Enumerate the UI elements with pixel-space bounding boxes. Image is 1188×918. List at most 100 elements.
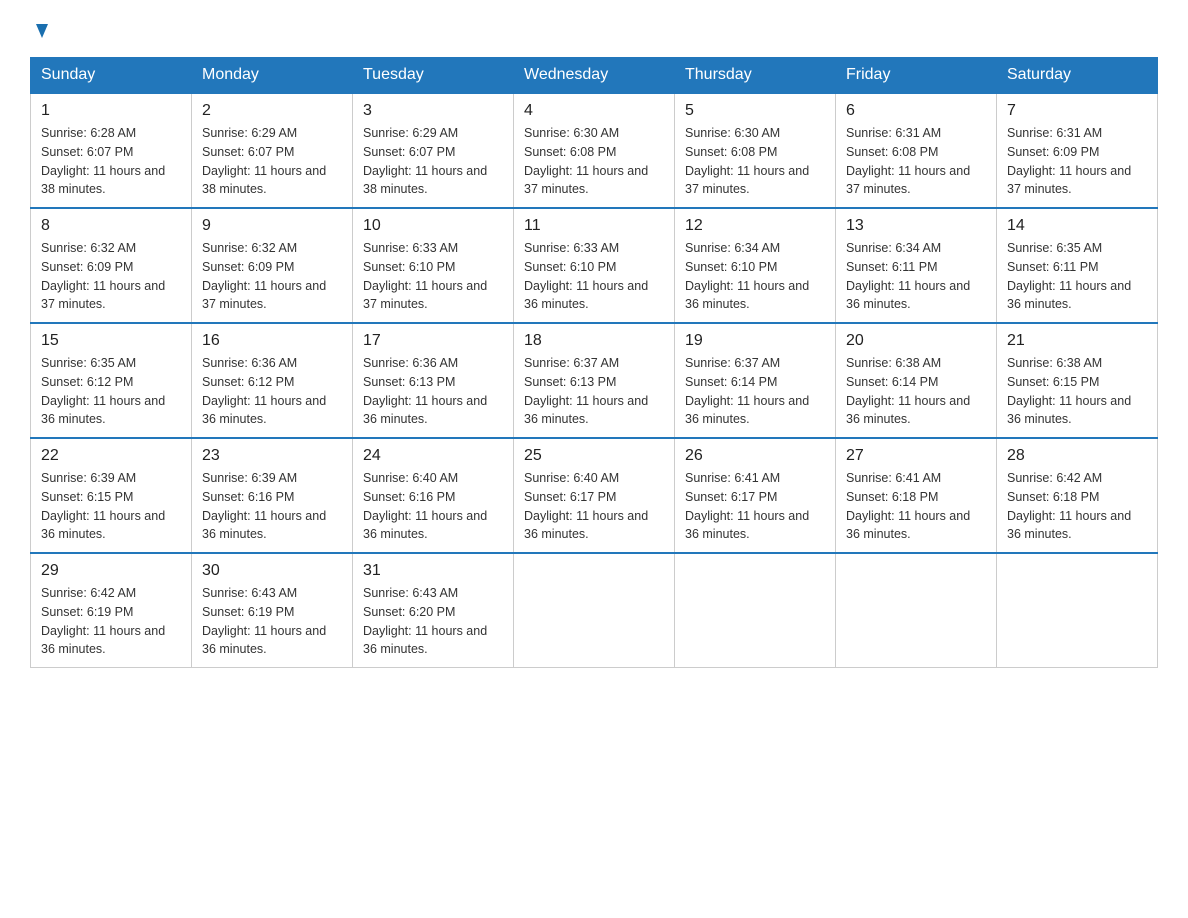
day-info: Sunrise: 6:37 AM Sunset: 6:14 PM Dayligh… xyxy=(685,354,825,429)
calendar-cell: 8 Sunrise: 6:32 AM Sunset: 6:09 PM Dayli… xyxy=(31,208,192,323)
day-number: 29 xyxy=(41,562,181,580)
calendar-cell: 29 Sunrise: 6:42 AM Sunset: 6:19 PM Dayl… xyxy=(31,553,192,668)
day-info: Sunrise: 6:32 AM Sunset: 6:09 PM Dayligh… xyxy=(202,239,342,314)
logo xyxy=(30,20,52,47)
day-number: 26 xyxy=(685,447,825,465)
calendar-header-sunday: Sunday xyxy=(31,58,192,94)
calendar-cell: 18 Sunrise: 6:37 AM Sunset: 6:13 PM Dayl… xyxy=(514,323,675,438)
calendar-cell xyxy=(997,553,1158,668)
calendar-cell: 22 Sunrise: 6:39 AM Sunset: 6:15 PM Dayl… xyxy=(31,438,192,553)
calendar-header-row: SundayMondayTuesdayWednesdayThursdayFrid… xyxy=(31,58,1158,94)
day-number: 11 xyxy=(524,217,664,235)
day-number: 19 xyxy=(685,332,825,350)
day-number: 23 xyxy=(202,447,342,465)
calendar-cell: 24 Sunrise: 6:40 AM Sunset: 6:16 PM Dayl… xyxy=(353,438,514,553)
calendar-cell: 9 Sunrise: 6:32 AM Sunset: 6:09 PM Dayli… xyxy=(192,208,353,323)
day-number: 20 xyxy=(846,332,986,350)
day-number: 8 xyxy=(41,217,181,235)
day-info: Sunrise: 6:31 AM Sunset: 6:09 PM Dayligh… xyxy=(1007,124,1147,199)
calendar-week-row: 15 Sunrise: 6:35 AM Sunset: 6:12 PM Dayl… xyxy=(31,323,1158,438)
day-info: Sunrise: 6:43 AM Sunset: 6:19 PM Dayligh… xyxy=(202,584,342,659)
day-number: 24 xyxy=(363,447,503,465)
day-number: 30 xyxy=(202,562,342,580)
day-info: Sunrise: 6:33 AM Sunset: 6:10 PM Dayligh… xyxy=(363,239,503,314)
calendar-header-tuesday: Tuesday xyxy=(353,58,514,94)
calendar-header-monday: Monday xyxy=(192,58,353,94)
calendar-cell: 28 Sunrise: 6:42 AM Sunset: 6:18 PM Dayl… xyxy=(997,438,1158,553)
day-info: Sunrise: 6:28 AM Sunset: 6:07 PM Dayligh… xyxy=(41,124,181,199)
calendar-cell: 19 Sunrise: 6:37 AM Sunset: 6:14 PM Dayl… xyxy=(675,323,836,438)
calendar-cell xyxy=(836,553,997,668)
day-info: Sunrise: 6:39 AM Sunset: 6:15 PM Dayligh… xyxy=(41,469,181,544)
page-header xyxy=(30,20,1158,47)
logo-arrow-icon xyxy=(30,20,52,42)
day-info: Sunrise: 6:33 AM Sunset: 6:10 PM Dayligh… xyxy=(524,239,664,314)
calendar-cell: 7 Sunrise: 6:31 AM Sunset: 6:09 PM Dayli… xyxy=(997,93,1158,208)
day-info: Sunrise: 6:37 AM Sunset: 6:13 PM Dayligh… xyxy=(524,354,664,429)
calendar-cell: 30 Sunrise: 6:43 AM Sunset: 6:19 PM Dayl… xyxy=(192,553,353,668)
day-info: Sunrise: 6:31 AM Sunset: 6:08 PM Dayligh… xyxy=(846,124,986,199)
calendar-cell: 16 Sunrise: 6:36 AM Sunset: 6:12 PM Dayl… xyxy=(192,323,353,438)
day-info: Sunrise: 6:35 AM Sunset: 6:12 PM Dayligh… xyxy=(41,354,181,429)
day-info: Sunrise: 6:42 AM Sunset: 6:19 PM Dayligh… xyxy=(41,584,181,659)
day-info: Sunrise: 6:34 AM Sunset: 6:11 PM Dayligh… xyxy=(846,239,986,314)
calendar-table: SundayMondayTuesdayWednesdayThursdayFrid… xyxy=(30,57,1158,668)
calendar-cell: 13 Sunrise: 6:34 AM Sunset: 6:11 PM Dayl… xyxy=(836,208,997,323)
calendar-cell: 31 Sunrise: 6:43 AM Sunset: 6:20 PM Dayl… xyxy=(353,553,514,668)
calendar-header-thursday: Thursday xyxy=(675,58,836,94)
calendar-cell: 14 Sunrise: 6:35 AM Sunset: 6:11 PM Dayl… xyxy=(997,208,1158,323)
day-info: Sunrise: 6:29 AM Sunset: 6:07 PM Dayligh… xyxy=(363,124,503,199)
day-number: 17 xyxy=(363,332,503,350)
calendar-cell: 1 Sunrise: 6:28 AM Sunset: 6:07 PM Dayli… xyxy=(31,93,192,208)
calendar-cell: 4 Sunrise: 6:30 AM Sunset: 6:08 PM Dayli… xyxy=(514,93,675,208)
calendar-cell: 5 Sunrise: 6:30 AM Sunset: 6:08 PM Dayli… xyxy=(675,93,836,208)
day-info: Sunrise: 6:30 AM Sunset: 6:08 PM Dayligh… xyxy=(524,124,664,199)
calendar-cell: 15 Sunrise: 6:35 AM Sunset: 6:12 PM Dayl… xyxy=(31,323,192,438)
day-info: Sunrise: 6:40 AM Sunset: 6:16 PM Dayligh… xyxy=(363,469,503,544)
calendar-cell: 21 Sunrise: 6:38 AM Sunset: 6:15 PM Dayl… xyxy=(997,323,1158,438)
day-info: Sunrise: 6:36 AM Sunset: 6:12 PM Dayligh… xyxy=(202,354,342,429)
day-info: Sunrise: 6:29 AM Sunset: 6:07 PM Dayligh… xyxy=(202,124,342,199)
calendar-cell: 2 Sunrise: 6:29 AM Sunset: 6:07 PM Dayli… xyxy=(192,93,353,208)
calendar-cell: 27 Sunrise: 6:41 AM Sunset: 6:18 PM Dayl… xyxy=(836,438,997,553)
day-info: Sunrise: 6:36 AM Sunset: 6:13 PM Dayligh… xyxy=(363,354,503,429)
day-number: 5 xyxy=(685,102,825,120)
day-info: Sunrise: 6:34 AM Sunset: 6:10 PM Dayligh… xyxy=(685,239,825,314)
calendar-week-row: 1 Sunrise: 6:28 AM Sunset: 6:07 PM Dayli… xyxy=(31,93,1158,208)
day-number: 25 xyxy=(524,447,664,465)
day-info: Sunrise: 6:40 AM Sunset: 6:17 PM Dayligh… xyxy=(524,469,664,544)
calendar-cell: 6 Sunrise: 6:31 AM Sunset: 6:08 PM Dayli… xyxy=(836,93,997,208)
day-info: Sunrise: 6:41 AM Sunset: 6:17 PM Dayligh… xyxy=(685,469,825,544)
calendar-cell: 25 Sunrise: 6:40 AM Sunset: 6:17 PM Dayl… xyxy=(514,438,675,553)
day-number: 28 xyxy=(1007,447,1147,465)
calendar-header-wednesday: Wednesday xyxy=(514,58,675,94)
day-number: 7 xyxy=(1007,102,1147,120)
day-info: Sunrise: 6:43 AM Sunset: 6:20 PM Dayligh… xyxy=(363,584,503,659)
day-info: Sunrise: 6:42 AM Sunset: 6:18 PM Dayligh… xyxy=(1007,469,1147,544)
day-number: 2 xyxy=(202,102,342,120)
day-number: 27 xyxy=(846,447,986,465)
calendar-cell xyxy=(514,553,675,668)
day-info: Sunrise: 6:38 AM Sunset: 6:14 PM Dayligh… xyxy=(846,354,986,429)
day-number: 3 xyxy=(363,102,503,120)
day-number: 31 xyxy=(363,562,503,580)
calendar-week-row: 22 Sunrise: 6:39 AM Sunset: 6:15 PM Dayl… xyxy=(31,438,1158,553)
day-info: Sunrise: 6:35 AM Sunset: 6:11 PM Dayligh… xyxy=(1007,239,1147,314)
day-info: Sunrise: 6:38 AM Sunset: 6:15 PM Dayligh… xyxy=(1007,354,1147,429)
calendar-week-row: 29 Sunrise: 6:42 AM Sunset: 6:19 PM Dayl… xyxy=(31,553,1158,668)
day-number: 13 xyxy=(846,217,986,235)
calendar-cell: 17 Sunrise: 6:36 AM Sunset: 6:13 PM Dayl… xyxy=(353,323,514,438)
day-info: Sunrise: 6:30 AM Sunset: 6:08 PM Dayligh… xyxy=(685,124,825,199)
day-number: 22 xyxy=(41,447,181,465)
day-number: 15 xyxy=(41,332,181,350)
day-number: 14 xyxy=(1007,217,1147,235)
calendar-cell: 12 Sunrise: 6:34 AM Sunset: 6:10 PM Dayl… xyxy=(675,208,836,323)
day-info: Sunrise: 6:32 AM Sunset: 6:09 PM Dayligh… xyxy=(41,239,181,314)
day-number: 9 xyxy=(202,217,342,235)
day-number: 6 xyxy=(846,102,986,120)
day-number: 4 xyxy=(524,102,664,120)
calendar-cell: 10 Sunrise: 6:33 AM Sunset: 6:10 PM Dayl… xyxy=(353,208,514,323)
calendar-cell: 20 Sunrise: 6:38 AM Sunset: 6:14 PM Dayl… xyxy=(836,323,997,438)
calendar-cell xyxy=(675,553,836,668)
calendar-week-row: 8 Sunrise: 6:32 AM Sunset: 6:09 PM Dayli… xyxy=(31,208,1158,323)
